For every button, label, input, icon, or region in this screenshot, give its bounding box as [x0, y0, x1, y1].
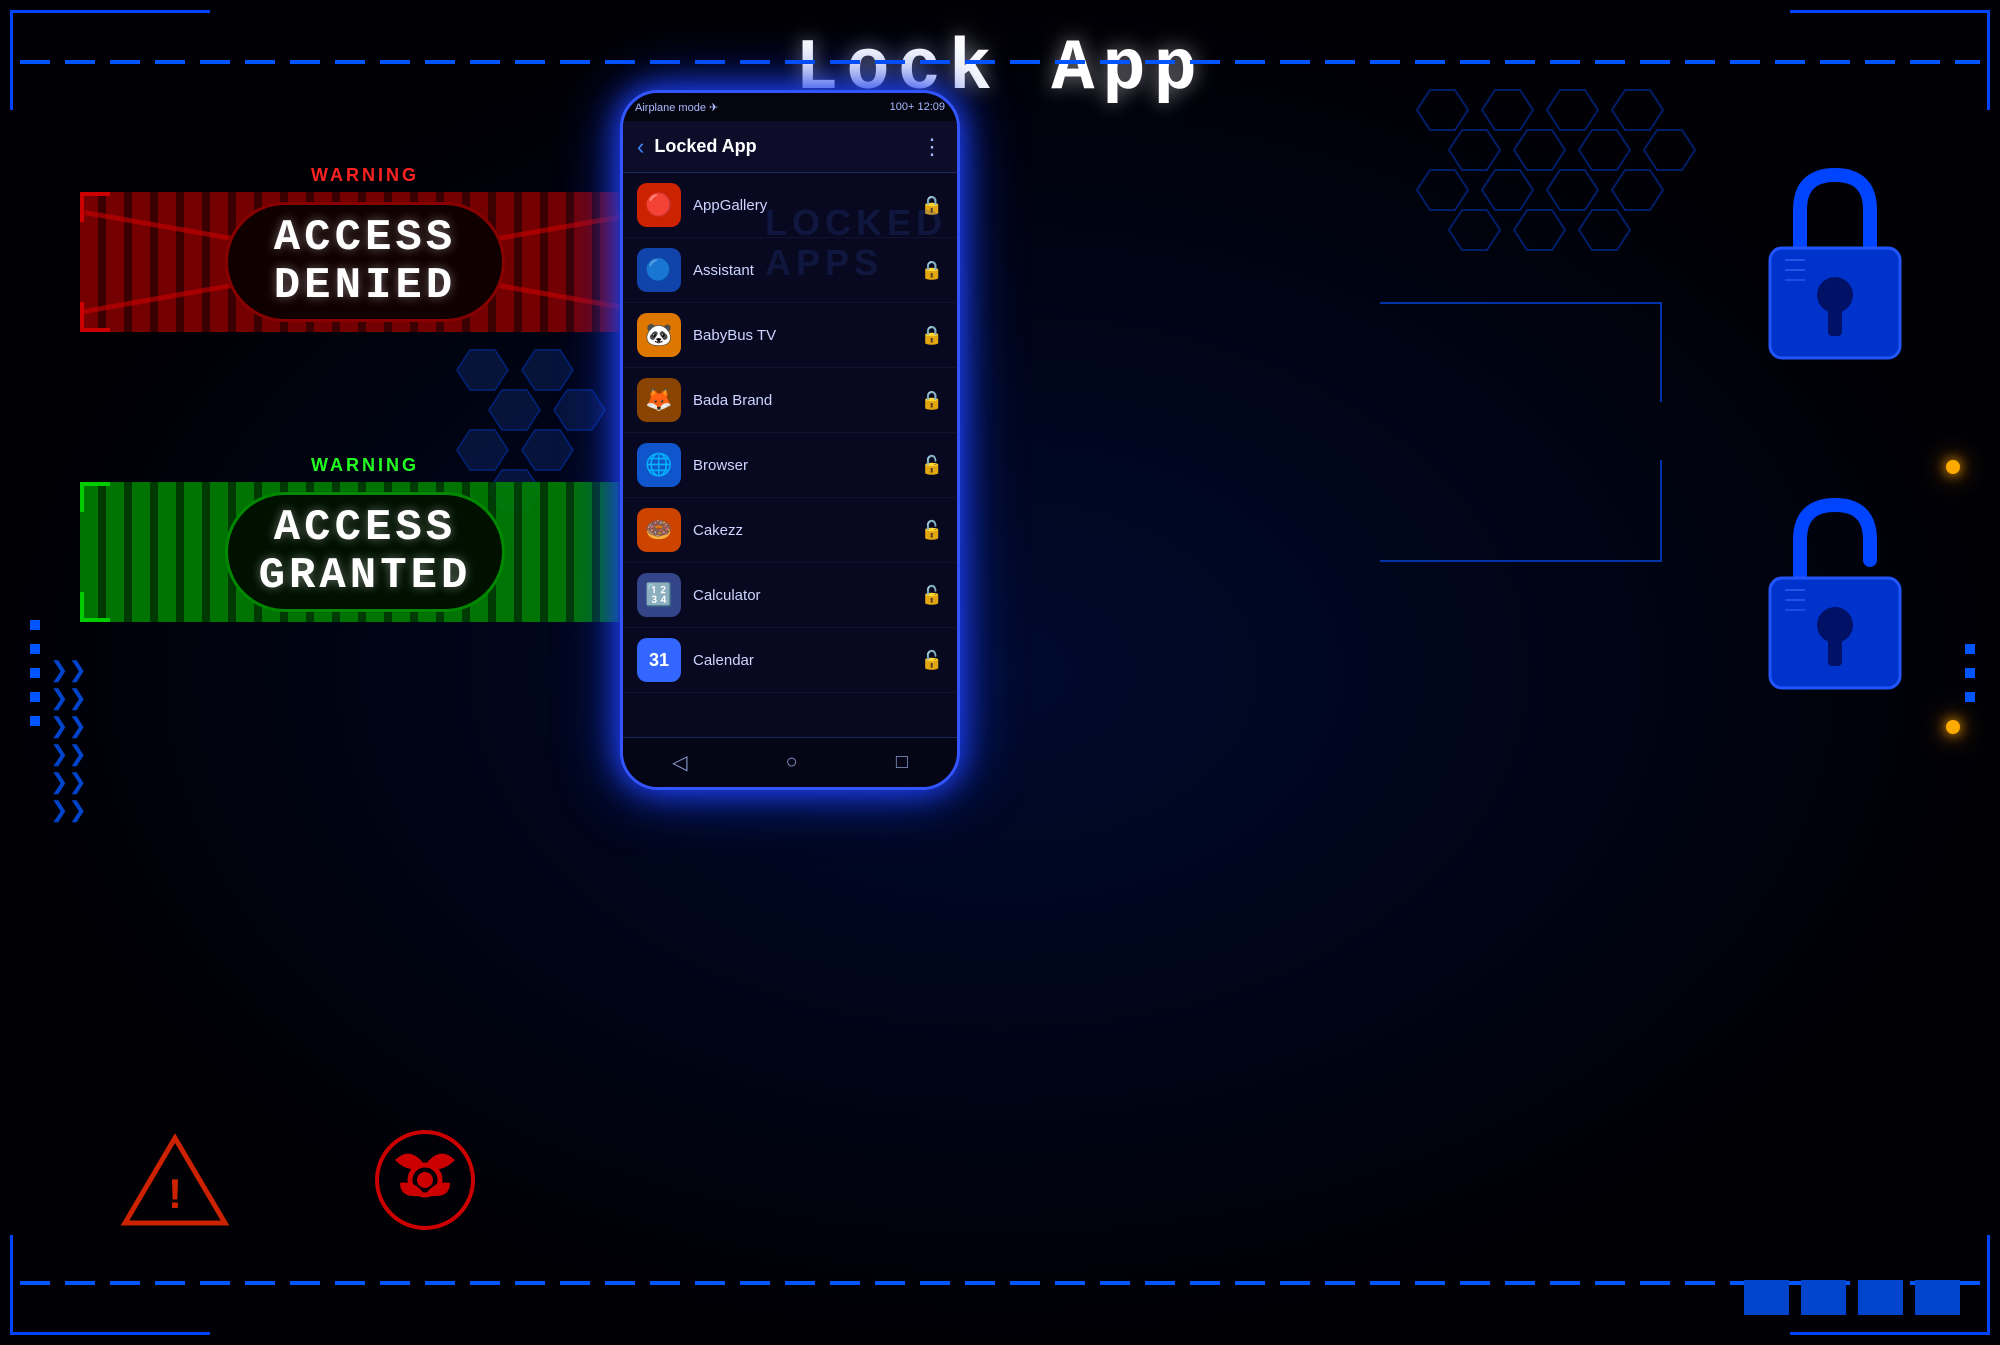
app-name: Calculator: [693, 587, 921, 604]
app-icon: 🍩: [637, 508, 681, 552]
lock-icon[interactable]: 🔒: [921, 325, 943, 346]
left-dots: [30, 620, 40, 726]
cb-granted-tl: [80, 482, 110, 512]
nav-recents[interactable]: □: [896, 751, 908, 774]
phone-nav-bar: ◁ ○ □: [623, 737, 957, 787]
app-name: BabyBus TV: [693, 327, 921, 344]
unlock-icon[interactable]: 🔓: [921, 650, 943, 671]
app-list-item[interactable]: 🐼 BabyBus TV 🔒: [623, 303, 957, 368]
app-header-title: Locked App: [654, 136, 921, 157]
hud-line-top: [20, 60, 1980, 64]
cb-denied-bl: [80, 302, 110, 332]
app-list-item[interactable]: 🍩 Cakezz 🔓: [623, 498, 957, 563]
nav-back[interactable]: ◁: [672, 750, 687, 775]
blue-square-2: [1801, 1280, 1846, 1315]
cb-granted-bl: [80, 592, 110, 622]
phone-screen: ‹ Locked App ⋮ LOCKEDAPPS 🔴 AppGallery 🔒…: [623, 121, 957, 737]
hex-grid-top-right: [1400, 80, 1750, 335]
hud-line-bottom: [20, 1281, 1980, 1285]
phone-mockup: Airplane mode ✈ 100+ 12:09 ‹ Locked App …: [620, 90, 960, 790]
blue-square-3: [1858, 1280, 1903, 1315]
app-list-item[interactable]: 🌐 Browser 🔓: [623, 433, 957, 498]
denied-oval: ACCESS DENIED: [225, 202, 505, 322]
svg-text:!: !: [168, 1170, 182, 1217]
warning-denied-label: WARNING: [80, 165, 650, 186]
app-list-item[interactable]: 🔢 Calculator 🔓: [623, 563, 957, 628]
circuit-line-top: [1380, 302, 1660, 304]
app-icon: 🌐: [637, 443, 681, 487]
app-icon: 31: [637, 638, 681, 682]
app-name: Calendar: [693, 652, 921, 669]
status-left: Airplane mode ✈: [635, 101, 718, 114]
padlock-unlocked-svg: [1750, 490, 1920, 710]
granted-oval: ACCESS GRANTED: [225, 492, 505, 612]
app-header: ‹ Locked App ⋮: [623, 121, 957, 173]
circuit-line-bottom: [1380, 560, 1660, 562]
hex-svg-top-right: [1400, 80, 1750, 330]
padlock-locked-svg: [1750, 160, 1920, 380]
unlock-icon[interactable]: 🔓: [921, 455, 943, 476]
lock-icon[interactable]: 🔒: [921, 195, 943, 216]
app-list-item[interactable]: 31 Calendar 🔓: [623, 628, 957, 693]
app-name: Browser: [693, 457, 921, 474]
triangle-warning-icon: !: [120, 1133, 230, 1228]
right-dot: [1965, 692, 1975, 702]
unlock-icon[interactable]: 🔓: [921, 520, 943, 541]
menu-button[interactable]: ⋮: [921, 134, 943, 160]
app-icon: 🔢: [637, 573, 681, 617]
access-denied-box: ACCESS DENIED: [80, 192, 650, 332]
unlock-icon[interactable]: 🔓: [921, 585, 943, 606]
app-list-item[interactable]: 🦊 Bada Brand 🔒: [623, 368, 957, 433]
cb-denied-tl: [80, 192, 110, 222]
right-dot: [1965, 644, 1975, 654]
padlock-unlocked: [1750, 490, 1920, 715]
lock-icon[interactable]: 🔒: [921, 390, 943, 411]
left-chevrons: ❯❯ ❯❯ ❯❯ ❯❯ ❯❯ ❯❯: [50, 659, 87, 821]
access-denied-text: ACCESS DENIED: [274, 214, 456, 311]
right-dot: [1965, 668, 1975, 678]
app-icon: 🦊: [637, 378, 681, 422]
access-granted-box: ACCESS GRANTED: [80, 482, 650, 622]
access-granted-panel: WARNING ACCESS GRANTED: [80, 455, 650, 625]
app-list-item[interactable]: 🔵 Assistant 🔒: [623, 238, 957, 303]
warning-icons-area: !: [120, 1125, 480, 1235]
back-button[interactable]: ‹: [637, 134, 644, 160]
blue-square-4: [1915, 1280, 1960, 1315]
app-name: Assistant: [693, 262, 921, 279]
nav-home[interactable]: ○: [786, 751, 798, 774]
hud-border-bl: [10, 1235, 210, 1335]
lock-icon[interactable]: 🔒: [921, 260, 943, 281]
phone-outer: Airplane mode ✈ 100+ 12:09 ‹ Locked App …: [620, 90, 960, 790]
access-granted-text: ACCESS GRANTED: [259, 504, 472, 601]
app-list-item[interactable]: 🔴 AppGallery 🔒: [623, 173, 957, 238]
circuit-vert-bottom: [1660, 460, 1662, 562]
padlock-locked: [1750, 160, 1920, 385]
app-icon: 🔵: [637, 248, 681, 292]
blue-square-1: [1744, 1280, 1789, 1315]
phone-status-bar: Airplane mode ✈ 100+ 12:09: [623, 93, 957, 121]
circuit-vert-top: [1660, 302, 1662, 402]
right-dots: [1965, 644, 1975, 702]
app-icon: 🐼: [637, 313, 681, 357]
biohazard-icon: [370, 1125, 480, 1235]
app-name: Bada Brand: [693, 392, 921, 409]
glow-dot-top: [1946, 460, 1960, 474]
app-list: 🔴 AppGallery 🔒 🔵 Assistant 🔒 🐼 BabyBus T…: [623, 173, 957, 693]
bottom-squares: [1744, 1280, 1960, 1315]
status-right: 100+ 12:09: [890, 101, 945, 113]
app-name: AppGallery: [693, 197, 921, 214]
glow-dot-bottom: [1946, 720, 1960, 734]
app-icon: 🔴: [637, 183, 681, 227]
app-name: Cakezz: [693, 522, 921, 539]
warning-granted-label: WARNING: [80, 455, 650, 476]
access-denied-panel: WARNING ACCESS DENIED: [80, 165, 650, 335]
